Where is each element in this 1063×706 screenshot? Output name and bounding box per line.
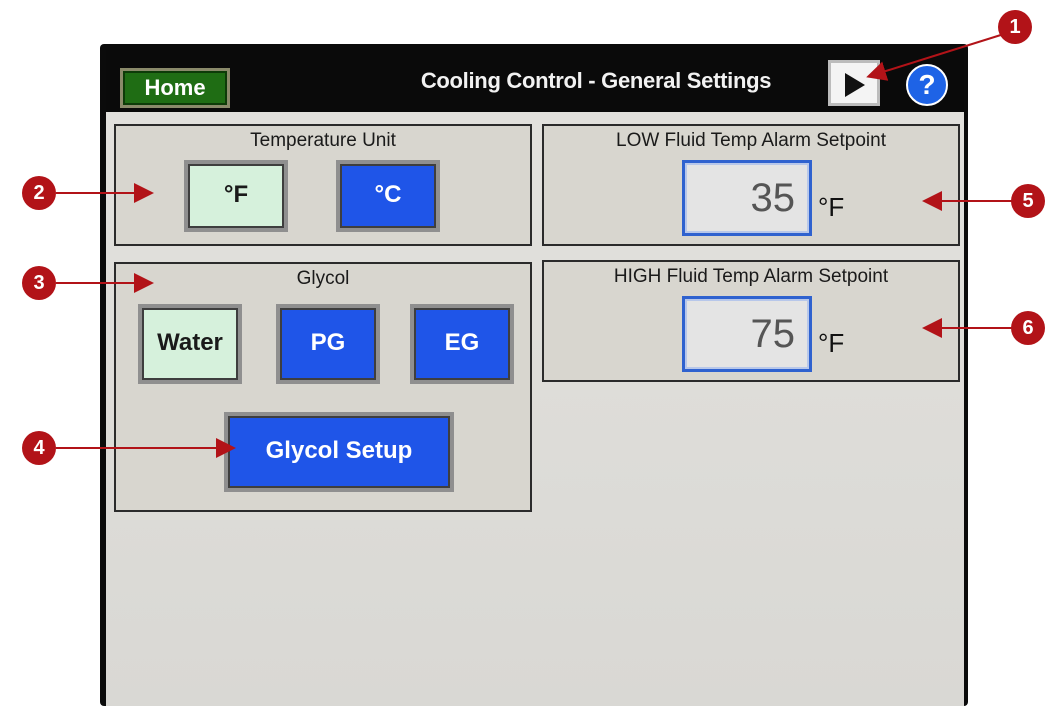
callout-arrows	[56, 33, 1012, 458]
callout-4: 4	[22, 431, 56, 465]
callout-arrow-1	[866, 33, 1005, 81]
callout-5: 5	[1011, 184, 1045, 218]
callout-2: 2	[22, 176, 56, 210]
callout-3: 3	[22, 266, 56, 300]
callout-1: 1	[998, 10, 1032, 44]
callout-6: 6	[1011, 311, 1045, 345]
